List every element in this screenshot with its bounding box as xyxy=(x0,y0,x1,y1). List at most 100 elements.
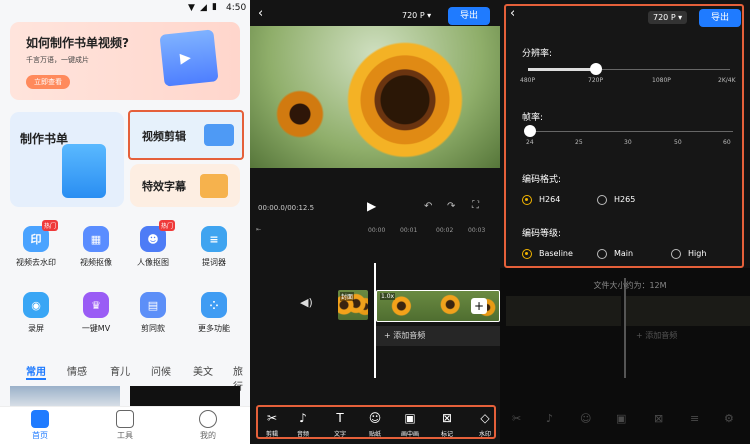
back-arrow-icon[interactable]: ‹ xyxy=(258,6,263,21)
volume-icon[interactable]: ◀) xyxy=(300,296,313,309)
subtitle-effect-card-title: 特效字幕 xyxy=(142,180,186,193)
tab-greetings[interactable]: 问候 xyxy=(151,363,171,378)
level-main-radio[interactable] xyxy=(597,249,607,259)
hot-badge: 热门 xyxy=(41,220,58,231)
dimmed-clip xyxy=(506,296,621,326)
codec-label: 编码格式: xyxy=(522,175,562,185)
framerate-tick: 60 xyxy=(723,139,731,146)
feature-screen-record[interactable]: ◉ 录屏 xyxy=(16,292,56,334)
feature-teleprompter[interactable]: ≡ 提词器 xyxy=(194,226,234,268)
framerate-slider-thumb[interactable] xyxy=(524,125,536,137)
resolution-tick: 2K/4K xyxy=(718,77,736,84)
home-screen: ▼ ◢ ▮ 4:50 如何制作书单视频? 千言万语，一键成片 立即查看 ▶ 制作… xyxy=(0,0,250,444)
tool-sticker[interactable]: ☺ 贴纸 xyxy=(362,410,388,438)
feature-label: 视频抠像 xyxy=(80,258,112,267)
level-baseline-label: Baseline xyxy=(539,249,573,258)
framerate-tick: 24 xyxy=(526,139,534,146)
teleprompter-icon: ≡ xyxy=(201,226,227,252)
fullscreen-icon[interactable]: ⛶ xyxy=(472,200,479,211)
tab-emotion[interactable]: 情感 xyxy=(67,363,87,378)
export-settings-screen: + 添加音频 文件大小约为：12M ‹ 720 P ▾ 导出 分辨率: 480P… xyxy=(500,0,750,444)
feature-portrait-cutout[interactable]: ☻ 热门 人像抠图 xyxy=(133,220,175,268)
tool-pip[interactable]: ▣ 画中画 xyxy=(397,410,423,438)
ruler-mark: 00:02 xyxy=(436,227,454,234)
play-icon[interactable]: ▶ xyxy=(367,199,376,213)
video-clip-track[interactable]: 1.0x + xyxy=(376,290,500,322)
level-high-radio[interactable] xyxy=(671,249,681,259)
back-arrow-icon[interactable]: ‹ xyxy=(510,6,515,21)
feature-video-keying[interactable]: ▦ 视频抠像 xyxy=(76,226,116,268)
feature-more[interactable]: ⁘ 更多功能 xyxy=(194,292,234,334)
tool-text[interactable]: T 文字 xyxy=(327,410,353,438)
text-icon: T xyxy=(336,411,344,425)
playback-time: 00:00.0/00:12.5 xyxy=(258,204,315,212)
mark-icon: ⊠ xyxy=(654,412,664,425)
cover-label: 封面 xyxy=(340,292,355,301)
feature-label: 人像抠图 xyxy=(137,258,169,267)
tab-parenting[interactable]: 育儿 xyxy=(110,363,130,378)
framerate-slider-track[interactable] xyxy=(528,131,733,132)
tools-box-icon xyxy=(116,410,134,428)
feature-one-click-mv[interactable]: ♛ 一键MV xyxy=(76,292,116,334)
resolution-value: 720 P xyxy=(653,13,676,22)
nav-mine[interactable]: 我的 xyxy=(183,410,233,441)
tab-common[interactable]: 常用 xyxy=(26,363,46,378)
content-thumbnail[interactable] xyxy=(130,386,240,406)
tool-label: 文字 xyxy=(333,431,346,438)
feature-label: 剪同款 xyxy=(141,324,165,333)
add-clip-icon[interactable]: + xyxy=(471,298,487,314)
subtitle-effect-card[interactable]: 特效字幕 xyxy=(130,164,240,207)
dimmed-toolbar: ✂ ♪ ☺ ▣ ⊠ ≡ ⚙ xyxy=(500,408,750,438)
framerate-label: 帧率: xyxy=(522,113,544,123)
cut-icon: ✂ xyxy=(266,411,278,425)
feature-label: 更多功能 xyxy=(198,324,230,333)
template-grid-icon: ▤ xyxy=(140,292,166,318)
resolution-selector[interactable]: 720 P ▾ xyxy=(402,11,431,20)
video-preview[interactable] xyxy=(250,26,500,168)
codec-h265-radio[interactable] xyxy=(597,195,607,205)
redo-icon[interactable]: ↷ xyxy=(447,201,455,212)
banner-illustration: ▶ xyxy=(159,29,219,87)
document-icon xyxy=(62,144,106,198)
more-apps-icon: ⁘ xyxy=(201,292,227,318)
picture-in-picture-icon: ▣ xyxy=(616,412,627,425)
playhead[interactable] xyxy=(374,263,376,378)
level-high-label: High xyxy=(688,249,707,258)
export-button[interactable]: 导出 xyxy=(699,9,741,27)
cut-icon: ✂ xyxy=(512,412,522,425)
battery-icon: ▮ xyxy=(212,2,217,12)
mark-icon: ⊠ xyxy=(441,411,453,425)
tool-watermark[interactable]: ◇ 水印 xyxy=(472,410,498,438)
tab-prose[interactable]: 美文 xyxy=(193,363,213,378)
export-settings-dialog: ‹ 720 P ▾ 导出 分辨率: 480P 720P 1080P 2K/4K … xyxy=(504,4,744,268)
level-baseline-radio[interactable] xyxy=(522,249,532,259)
cover-clip[interactable]: 封面 xyxy=(338,290,368,320)
export-button[interactable]: 导出 xyxy=(448,7,490,25)
tool-mark[interactable]: ⊠ 标记 xyxy=(434,410,460,438)
feature-template[interactable]: ▤ 剪同款 xyxy=(133,292,173,334)
resolution-selector[interactable]: 720 P ▾ xyxy=(648,11,688,24)
promo-banner[interactable]: 如何制作书单视频? 千言万语，一键成片 立即查看 ▶ xyxy=(10,22,240,100)
profile-icon xyxy=(199,410,217,428)
profile-level-label: 编码等级: xyxy=(522,229,562,239)
menu-icon: ≡ xyxy=(690,412,700,425)
tool-audio[interactable]: ♪ 音频 xyxy=(290,410,316,438)
mv-crown-icon: ♛ xyxy=(83,292,109,318)
nav-tools-label: 工具 xyxy=(117,431,133,440)
video-edit-card[interactable]: 视频剪辑 xyxy=(128,110,244,160)
booklist-card[interactable]: 制作书单 xyxy=(10,112,124,207)
add-audio-button[interactable]: + 添加音频 xyxy=(376,326,500,346)
feature-label: 一键MV xyxy=(81,324,111,333)
timeline-start-marker: ⇤ xyxy=(256,226,262,233)
codec-h264-radio[interactable] xyxy=(522,195,532,205)
nav-tools[interactable]: 工具 xyxy=(100,410,150,441)
resolution-label: 分辨率: xyxy=(522,49,553,59)
content-thumbnail[interactable] xyxy=(10,386,120,406)
undo-icon[interactable]: ↶ xyxy=(424,201,432,212)
framerate-tick: 25 xyxy=(575,139,583,146)
feature-remove-watermark[interactable]: 印 热门 视频去水印 xyxy=(16,220,58,268)
resolution-slider-thumb[interactable] xyxy=(590,63,602,75)
tool-cut[interactable]: ✂ 剪辑 xyxy=(259,410,285,438)
nav-home[interactable]: 首页 xyxy=(15,410,65,441)
banner-cta-button[interactable]: 立即查看 xyxy=(26,75,70,89)
